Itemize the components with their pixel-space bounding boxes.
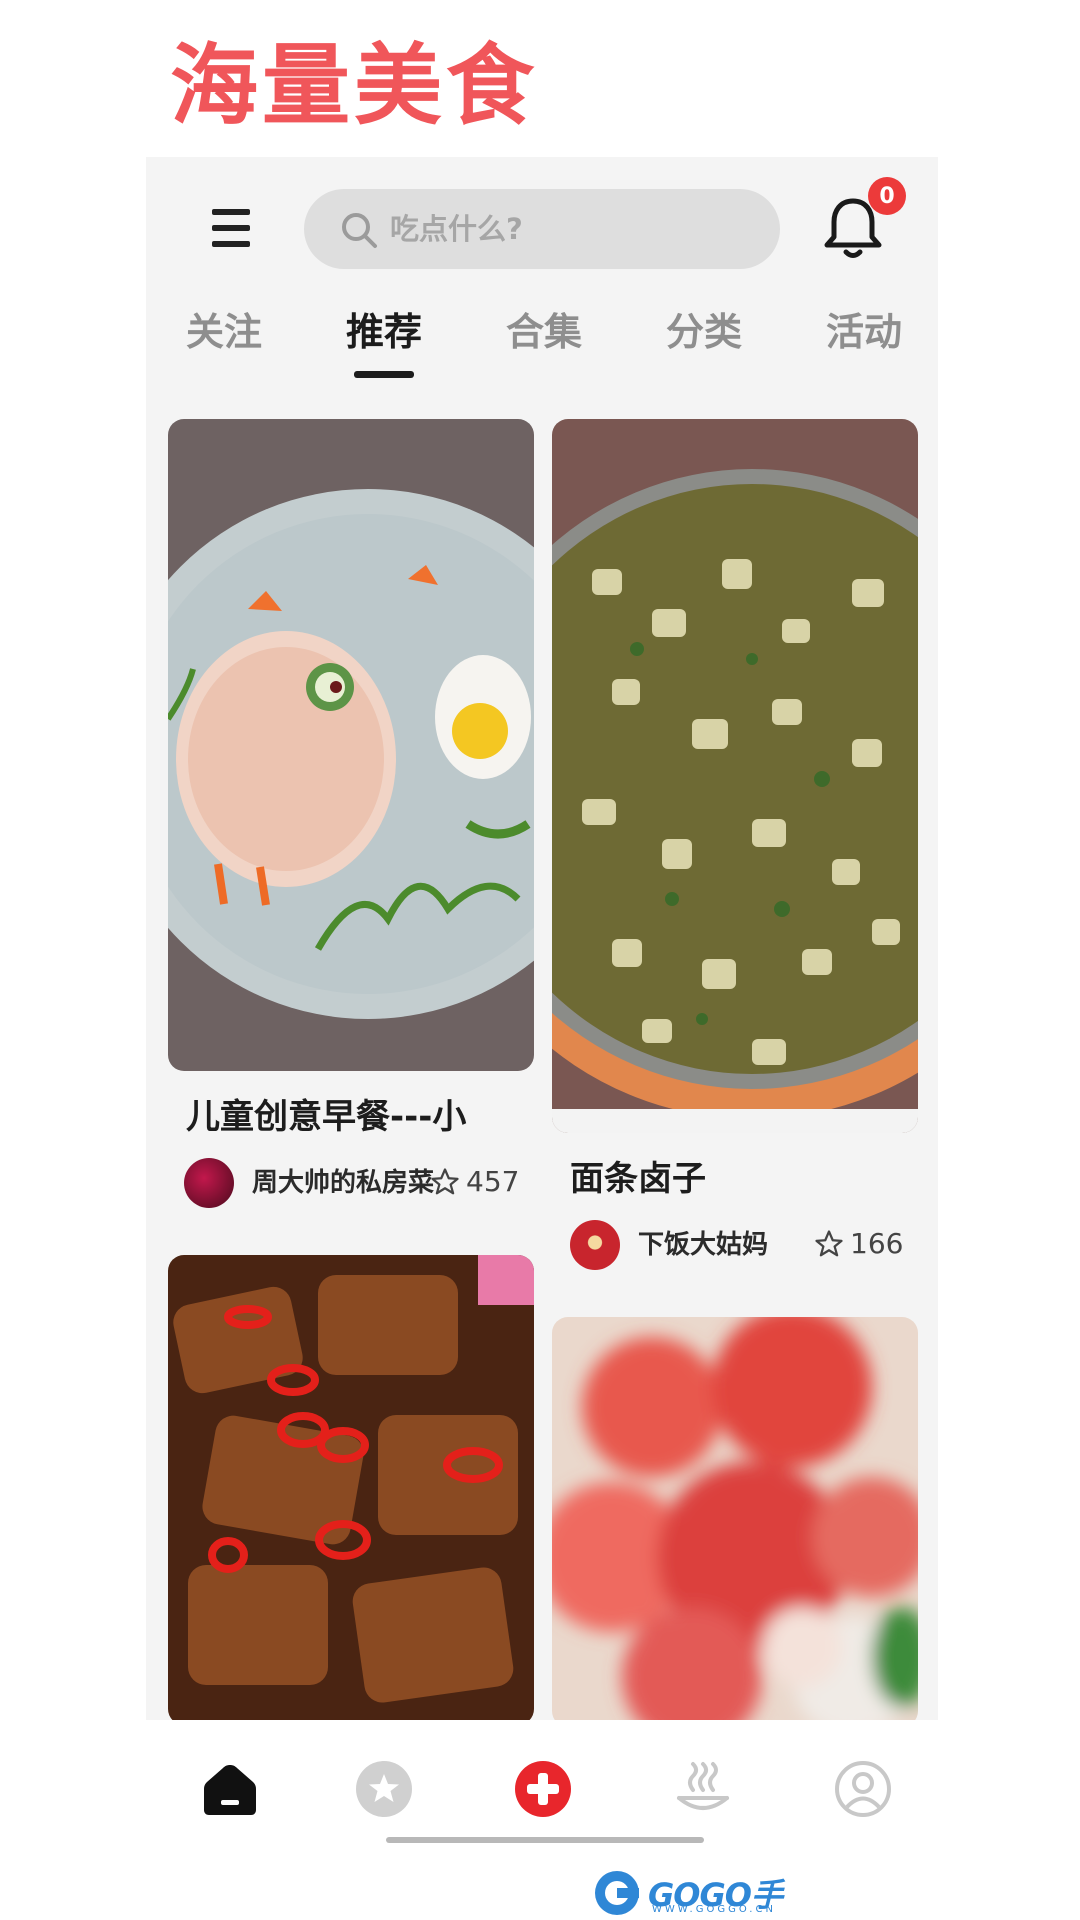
bottom-navigation xyxy=(146,1720,938,1847)
site-watermark: GOGO手游网 WWW.GOGGO.CN xyxy=(592,1868,812,1920)
favorites-icon[interactable] xyxy=(355,1760,413,1818)
like-count[interactable]: 166 xyxy=(814,1227,903,1260)
recipe-title[interactable]: 儿童创意早餐---小 xyxy=(186,1095,526,1139)
search-placeholder: 吃点什么? xyxy=(390,212,523,246)
recipe-image-braised-ribs[interactable] xyxy=(168,1255,534,1725)
recipe-author[interactable]: 下饭大姑妈 xyxy=(570,1220,820,1270)
star-outline-icon xyxy=(431,1167,459,1194)
tab-bar: 关注 推荐 合集 分类 活动 xyxy=(146,307,938,397)
notification-badge: 0 xyxy=(868,177,906,215)
avatar xyxy=(570,1220,620,1270)
add-icon[interactable] xyxy=(514,1760,572,1818)
home-indicator xyxy=(386,1837,704,1843)
recipe-title[interactable]: 面条卤子 xyxy=(570,1157,910,1201)
recipe-image-red-dessert[interactable] xyxy=(552,1317,918,1727)
author-name: 周大帅的私房菜 xyxy=(252,1168,435,1198)
screen: 海量美食 吃点什么? 0 关注 推荐 合集 分类 活动 儿童创意早餐---小 周… xyxy=(0,0,1080,1920)
star-outline-icon xyxy=(815,1229,843,1256)
active-tab-indicator xyxy=(354,371,414,378)
tab-recommend[interactable]: 推荐 xyxy=(334,307,434,357)
tab-categories[interactable]: 分类 xyxy=(654,307,754,357)
home-icon[interactable] xyxy=(201,1760,259,1818)
avatar xyxy=(184,1158,234,1208)
author-name: 下饭大姑妈 xyxy=(638,1230,769,1260)
menu-icon[interactable] xyxy=(212,209,250,247)
recipe-image-noodle-sauce[interactable] xyxy=(552,419,918,1133)
promo-headline: 海量美食 xyxy=(170,34,539,137)
watermark-url: WWW.GOGGO.CN xyxy=(652,1904,776,1915)
tab-collections[interactable]: 合集 xyxy=(494,307,594,357)
like-count[interactable]: 457 xyxy=(430,1165,519,1198)
recipe-author[interactable]: 周大帅的私房菜 xyxy=(184,1158,454,1208)
watermark-logo-icon xyxy=(595,1871,639,1915)
search-icon xyxy=(342,213,377,248)
recipe-image-chick-rice[interactable] xyxy=(168,419,534,1071)
app-screen: 吃点什么? 0 关注 推荐 合集 分类 活动 儿童创意早餐---小 周大帅的私房… xyxy=(146,157,938,1847)
tab-follow[interactable]: 关注 xyxy=(174,307,274,357)
hot-dishes-icon[interactable] xyxy=(674,1760,732,1818)
like-count-value: 166 xyxy=(850,1227,904,1260)
like-count-value: 457 xyxy=(466,1165,520,1198)
search-bar[interactable]: 吃点什么? xyxy=(304,189,780,269)
profile-icon[interactable] xyxy=(834,1760,892,1818)
top-bar: 吃点什么? 0 xyxy=(146,157,938,297)
tab-events[interactable]: 活动 xyxy=(814,307,914,357)
